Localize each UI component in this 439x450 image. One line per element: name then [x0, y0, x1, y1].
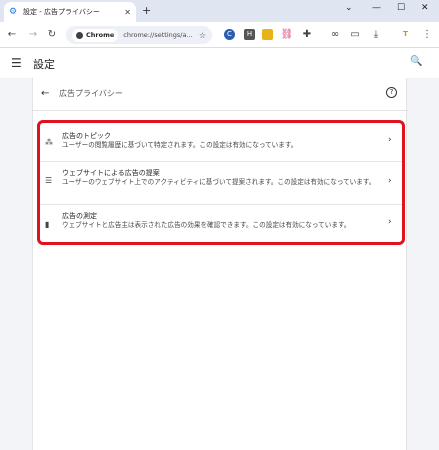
chevron-right-icon[interactable]: › — [388, 217, 392, 227]
site-suggested-ads-icon: ☰ — [45, 176, 53, 185]
new-tab-icon[interactable]: + — [142, 4, 151, 17]
settings-header: ☰ 設定 🔍 — [0, 48, 439, 78]
extension-note-icon[interactable] — [262, 29, 273, 40]
back-nav-icon[interactable]: ← — [5, 28, 19, 42]
tab-strip: ⚙ 設定 - 広告プライバシー ✕ + ⌄ — ☐ ✕ — [0, 0, 439, 22]
header-divider — [33, 110, 408, 111]
settings-content: ← 広告プライバシー ? ⁂ 広告のトピック ユーザーの閲覧履歴に基づいて特定さ… — [32, 78, 408, 450]
row-title: 広告のトピック — [62, 132, 111, 140]
help-icon[interactable]: ? — [386, 87, 397, 98]
chevron-right-icon[interactable]: › — [388, 135, 392, 145]
site-chip-label: Chrome — [86, 31, 115, 39]
back-arrow-icon[interactable]: ← — [41, 88, 49, 99]
site-chip[interactable]: Chrome — [72, 28, 119, 42]
ad-measurement-row[interactable]: ▮ 広告の測定 ウェブサイトと広告主は表示された広告の効果を確認できます。この設… — [40, 205, 408, 243]
extension-t-icon[interactable]: T — [400, 29, 411, 40]
settings-gear-icon: ⚙ — [9, 6, 18, 17]
chevron-right-icon[interactable]: › — [388, 176, 392, 186]
settings-title: 設定 — [33, 58, 55, 71]
bookmark-star-icon[interactable]: ☆ — [199, 31, 206, 40]
forward-nav-icon[interactable]: → — [26, 28, 40, 42]
tab-close-icon[interactable]: ✕ — [124, 8, 131, 17]
row-title: 広告の測定 — [62, 212, 97, 220]
extensions-puzzle-icon[interactable]: ✚ — [300, 28, 314, 42]
site-suggested-ads-row[interactable]: ☰ ウェブサイトによる広告の提案 ユーザーのウェブサイト上でのアクティビティに基… — [40, 162, 408, 204]
chain-link-icon[interactable]: ∞ — [328, 28, 342, 42]
row-title: ウェブサイトによる広告の提案 — [62, 169, 160, 177]
ad-topics-icon: ⁂ — [45, 138, 53, 147]
address-bar[interactable]: Chrome chrome://settings/a... ☆ — [66, 26, 212, 44]
window-dropdown-icon[interactable]: ⌄ — [345, 3, 353, 13]
highlight-box: ⁂ 広告のトピック ユーザーの閲覧履歴に基づいて特定されます。この設定は有効にな… — [37, 120, 405, 245]
search-icon[interactable]: 🔍 — [410, 56, 422, 67]
extension-h-icon[interactable]: H — [244, 29, 255, 40]
ad-measurement-icon: ▮ — [45, 220, 50, 229]
extension-c-icon[interactable]: C — [224, 29, 235, 40]
extension-link-icon[interactable]: ⛓ — [280, 28, 294, 42]
row-desc: ユーザーのウェブサイト上でのアクティビティに基づいて提案されます。この設定は有効… — [62, 178, 376, 186]
minimize-icon[interactable]: — — [372, 3, 381, 13]
hamburger-menu-icon[interactable]: ☰ — [11, 56, 22, 70]
browser-toolbar: ← → ↻ Chrome chrome://settings/a... ☆ C … — [0, 22, 439, 48]
ad-topics-row[interactable]: ⁂ 広告のトピック ユーザーの閲覧履歴に基づいて特定されます。この設定は有効にな… — [40, 125, 408, 163]
page-title: 広告プライバシー — [59, 89, 123, 98]
url-text[interactable]: chrome://settings/a... — [123, 31, 199, 39]
browser-tab[interactable]: ⚙ 設定 - 広告プライバシー ✕ — [4, 2, 136, 22]
tab-title: 設定 - 広告プライバシー — [23, 8, 100, 16]
more-menu-icon[interactable]: ⋮ — [420, 28, 434, 42]
close-window-icon[interactable]: ✕ — [421, 3, 429, 13]
download-icon[interactable]: ⤓ — [369, 28, 383, 42]
row-desc: ユーザーの閲覧履歴に基づいて特定されます。この設定は有効になっています。 — [62, 141, 298, 149]
chrome-logo-icon — [76, 31, 83, 39]
cast-icon[interactable]: ▭ — [348, 28, 362, 42]
maximize-icon[interactable]: ☐ — [397, 3, 405, 13]
row-desc: ウェブサイトと広告主は表示された広告の効果を確認できます。この設定は有効になって… — [62, 221, 351, 229]
reload-icon[interactable]: ↻ — [45, 28, 59, 42]
